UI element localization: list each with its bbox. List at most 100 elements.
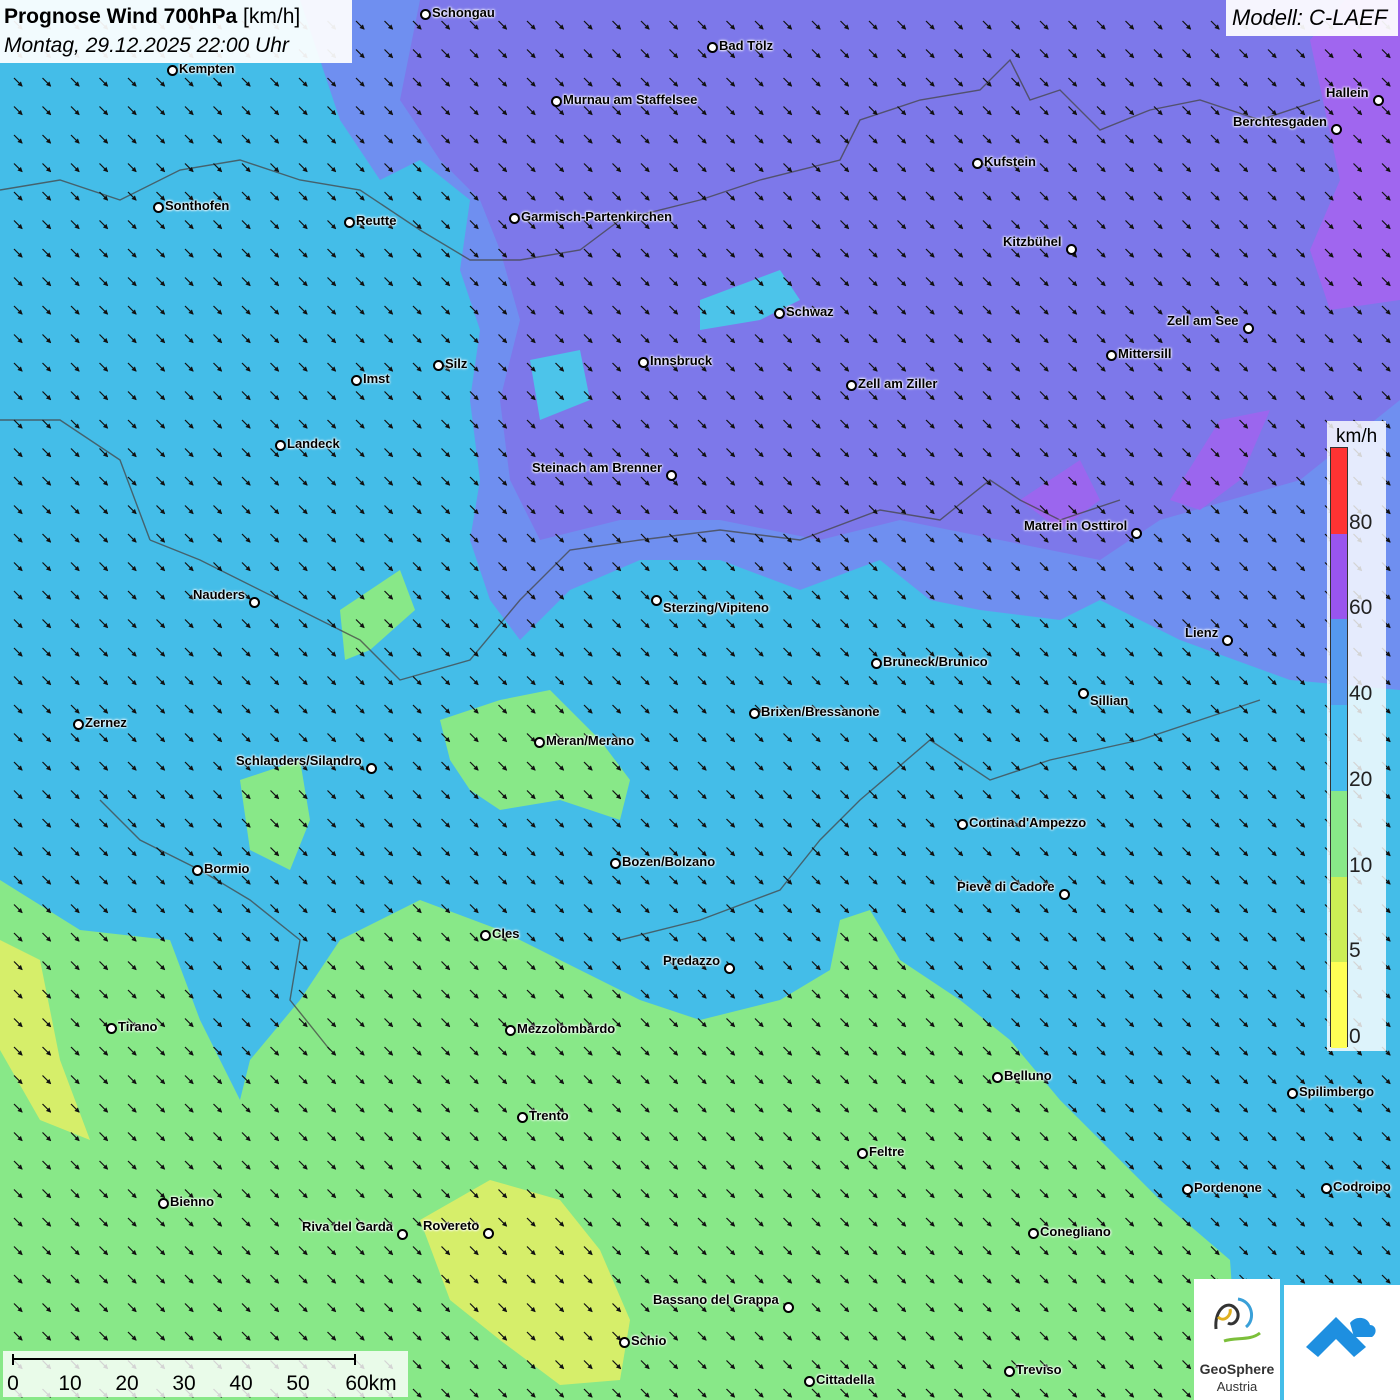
scale-tick-label: 30 — [172, 1372, 196, 1395]
city-label: Predazzo — [663, 953, 721, 968]
city-label: Zernez — [85, 715, 127, 730]
legend-swatch — [1331, 705, 1347, 791]
city-marker — [774, 308, 785, 319]
legend-tick-label: 60 — [1349, 596, 1373, 620]
legend-swatch — [1331, 790, 1347, 877]
city-marker — [167, 65, 178, 76]
legend-unit: km/h — [1336, 426, 1378, 447]
city-label: Brixen/Bressanone — [761, 704, 880, 719]
city-label: Pieve di Cadore — [957, 879, 1055, 894]
city-label: Zell am See — [1167, 313, 1239, 328]
city-label: Zell am Ziller — [858, 376, 938, 391]
legend-tick-label: 20 — [1349, 767, 1373, 791]
city-label: Schio — [631, 1333, 667, 1348]
legend-tick-label: 5 — [1349, 939, 1361, 963]
city-marker — [1182, 1184, 1193, 1195]
city-marker — [249, 597, 260, 608]
city-marker — [651, 595, 662, 606]
city-marker — [666, 470, 677, 481]
city-label: Bad Tölz — [719, 38, 774, 53]
city-marker — [534, 737, 545, 748]
city-marker — [366, 763, 377, 774]
city-marker — [707, 42, 718, 53]
legend-tick-label: 80 — [1349, 510, 1373, 534]
city-label: Kempten — [179, 61, 235, 76]
city-label: Conegliano — [1040, 1224, 1111, 1239]
geosphere-logo[interactable]: GeoSphere Austria — [1194, 1279, 1280, 1400]
city-label: Bormio — [204, 861, 250, 876]
city-label: Steinach am Brenner — [532, 460, 663, 475]
city-marker — [619, 1337, 630, 1348]
model-label: Modell: C-LAEF — [1232, 5, 1388, 30]
city-label: Berchtesgaden — [1233, 114, 1327, 129]
city-marker — [397, 1229, 408, 1240]
city-label: Innsbruck — [650, 353, 713, 368]
city-marker — [509, 213, 520, 224]
city-label: Landeck — [287, 436, 340, 451]
city-label: Bozen/Bolzano — [622, 854, 716, 869]
city-label: Cortina d'Ampezzo — [969, 815, 1087, 830]
city-label: Riva del Garda — [302, 1219, 394, 1234]
city-label: Rovereto — [423, 1218, 480, 1233]
city-label: Feltre — [869, 1144, 905, 1159]
city-label: Belluno — [1004, 1068, 1052, 1083]
scale-tick-label: 40 — [229, 1372, 253, 1395]
city-label: Schwaz — [786, 304, 834, 319]
legend-tick-label: 10 — [1349, 853, 1373, 877]
city-label: Trento — [529, 1108, 569, 1123]
legend-tick-label: 0 — [1349, 1025, 1361, 1048]
city-marker — [505, 1025, 516, 1036]
city-marker — [972, 158, 983, 169]
city-marker — [724, 963, 735, 974]
city-marker — [871, 658, 882, 669]
city-label: Hallein — [1326, 85, 1369, 100]
city-marker — [1287, 1088, 1298, 1099]
city-label: Pordenone — [1194, 1180, 1262, 1195]
city-marker — [783, 1302, 794, 1313]
city-marker — [1106, 350, 1117, 361]
legend-tick-label: 40 — [1349, 682, 1373, 706]
title-box: Prognose Wind 700hPa [km/h] Montag, 29.1… — [0, 0, 352, 63]
scale-tick-label: 10 — [58, 1372, 82, 1395]
app-logo[interactable] — [1284, 1285, 1400, 1400]
city-label: Silz — [445, 356, 468, 371]
city-marker — [857, 1148, 868, 1159]
city-label: Mezzolombardo — [517, 1021, 616, 1036]
city-marker — [158, 1198, 169, 1209]
city-label: Murnau am Staffelsee — [563, 92, 698, 107]
city-label: Tirano — [118, 1019, 158, 1034]
geosphere-emblem-icon — [1214, 1297, 1261, 1343]
city-label: Sillian — [1090, 693, 1129, 708]
city-label: Mittersill — [1118, 346, 1172, 361]
city-marker — [957, 819, 968, 830]
geosphere-sub: Austria — [1216, 1379, 1258, 1394]
city-label: Kitzbühel — [1003, 234, 1062, 249]
city-label: Schongau — [432, 5, 495, 20]
city-label: Cittadella — [816, 1372, 875, 1387]
city-label: Bassano del Grappa — [653, 1292, 779, 1307]
city-label: Imst — [363, 371, 390, 386]
city-label: Schlanders/Silandro — [236, 753, 362, 768]
city-marker — [344, 217, 355, 228]
city-marker — [804, 1376, 815, 1387]
city-marker — [73, 719, 84, 730]
city-label: Kufstein — [984, 154, 1036, 169]
legend-swatch — [1331, 533, 1347, 620]
city-marker — [1222, 635, 1233, 646]
city-marker — [846, 380, 857, 391]
scale-tick-label: 0 — [7, 1372, 19, 1395]
geosphere-name: GeoSphere — [1199, 1361, 1275, 1377]
city-label: Cles — [492, 926, 520, 941]
legend-swatch — [1331, 448, 1347, 534]
city-label: Sonthofen — [165, 198, 230, 213]
city-marker — [1131, 528, 1142, 539]
city-marker — [992, 1072, 1003, 1083]
city-marker — [749, 708, 760, 719]
city-marker — [275, 440, 286, 451]
city-marker — [153, 202, 164, 213]
city-marker — [433, 360, 444, 371]
city-marker — [192, 865, 203, 876]
city-label: Garmisch-Partenkirchen — [521, 209, 673, 224]
forecast-datetime: Montag, 29.12.2025 22:00 Uhr — [4, 34, 289, 57]
city-marker — [517, 1112, 528, 1123]
